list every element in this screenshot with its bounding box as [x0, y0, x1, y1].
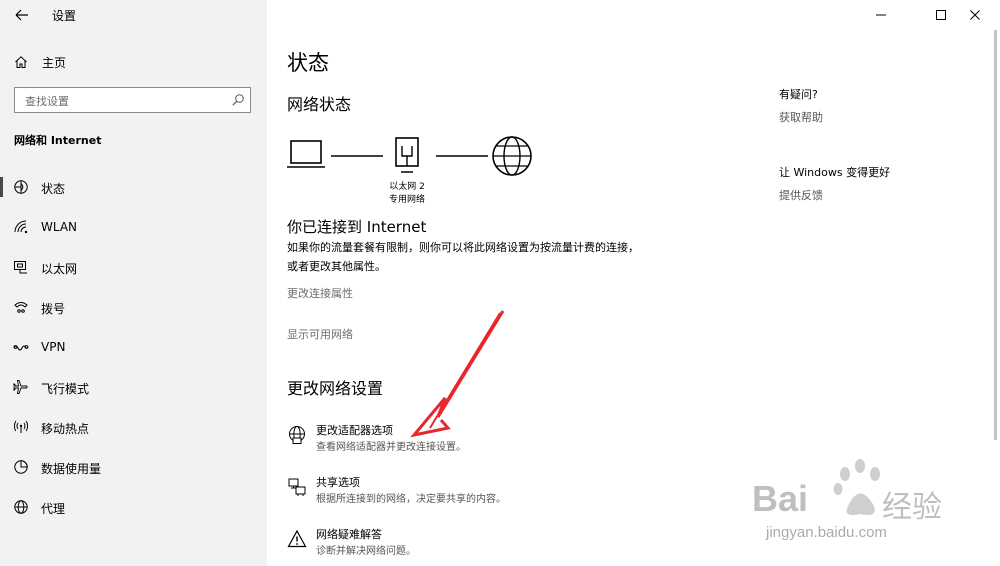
sidebar-item-proxy[interactable]: 代理 — [0, 488, 267, 526]
option-description: 根据所连接到的网络，决定要共享的内容。 — [316, 494, 506, 505]
watermark-url: jingyan.baidu.com — [766, 524, 887, 541]
sidebar-item-label: 数据使用量 — [41, 462, 102, 476]
sidebar-item-ethernet[interactable]: 以太网 — [0, 248, 267, 286]
sidebar-item-label: 以太网 — [41, 262, 78, 276]
sidebar-item-label: 移动热点 — [41, 422, 90, 436]
wifi-icon — [14, 220, 28, 234]
give-feedback-link[interactable]: 提供反馈 — [779, 187, 823, 203]
home-label: 主页 — [42, 55, 67, 70]
ethernet-port-icon — [395, 137, 419, 173]
app-title: 设置 — [52, 9, 77, 23]
question-heading: 有疑问? — [779, 88, 818, 101]
change-connection-properties-link[interactable]: 更改连接属性 — [287, 285, 353, 301]
show-available-networks-link[interactable]: 显示可用网络 — [287, 326, 353, 342]
get-help-link[interactable]: 获取帮助 — [779, 109, 823, 125]
warning-icon — [287, 529, 307, 548]
option-description: 查看网络适配器并更改连接设置。 — [316, 442, 466, 453]
dialup-icon — [14, 302, 28, 313]
sidebar-item-label: 拨号 — [41, 302, 66, 316]
sidebar-item-status[interactable]: 状态 — [0, 168, 267, 206]
sidebar-item-vpn[interactable]: VPN — [0, 328, 267, 366]
network-status-diagram: 以太网 2 专用网络 — [285, 134, 545, 210]
maximize-icon — [936, 10, 946, 20]
home-icon — [15, 56, 27, 68]
search-box[interactable] — [14, 87, 251, 113]
minimize-button[interactable] — [858, 0, 904, 30]
data-usage-icon — [14, 460, 28, 474]
proxy-icon — [14, 500, 28, 514]
sidebar-item-label: WLAN — [41, 220, 78, 234]
option-title: 网络疑难解答 — [316, 528, 382, 541]
page-title: 状态 — [287, 51, 329, 75]
sidebar-section-title: 网络和 Internet — [14, 134, 102, 147]
search-input[interactable] — [23, 92, 227, 110]
connection-status-title: 你已连接到 Internet — [287, 218, 427, 236]
laptop-icon — [287, 140, 325, 168]
option-title: 更改适配器选项 — [316, 424, 393, 437]
sidebar-item-label: 飞行模式 — [41, 382, 90, 396]
home-nav-item[interactable]: 主页 — [14, 52, 66, 72]
sidebar-item-label: 代理 — [41, 502, 66, 516]
sidebar-item-airplane[interactable]: 飞行模式 — [0, 368, 267, 406]
connection-status-description: 如果你的流量套餐有限制，则你可以将此网络设置为按流量计费的连接，或者更改其他属性… — [287, 241, 639, 273]
baidu-watermark: Bai 经验 jingyan.baidu.com — [752, 456, 992, 546]
sidebar-item-label: 状态 — [41, 182, 66, 196]
sidebar: 设置 主页 网络和 Internet 状态 WLAN — [0, 0, 267, 566]
sidebar-item-dialup[interactable]: 拨号 — [0, 288, 267, 326]
hotspot-icon — [13, 420, 29, 433]
scrollbar[interactable] — [994, 30, 997, 440]
minimize-icon — [876, 14, 886, 16]
back-button[interactable] — [10, 4, 34, 26]
network-status-heading: 网络状态 — [287, 95, 352, 114]
close-button[interactable] — [952, 0, 998, 30]
sidebar-item-wlan[interactable]: WLAN — [0, 208, 267, 246]
adapter-globe-icon — [289, 426, 305, 444]
airplane-icon — [13, 380, 28, 394]
option-description: 诊断并解决网络问题。 — [316, 546, 416, 557]
watermark-brand: Bai — [752, 478, 809, 519]
change-network-settings-heading: 更改网络设置 — [287, 379, 384, 398]
vpn-icon — [13, 345, 29, 351]
globe-icon — [492, 136, 532, 176]
search-icon — [232, 94, 244, 106]
back-arrow-icon — [15, 9, 28, 21]
option-title: 共享选项 — [316, 476, 360, 489]
network-type-label: 专用网络 — [388, 195, 425, 205]
watermark-brand-cn: 经验 — [882, 490, 942, 525]
status-icon — [14, 180, 28, 194]
sidebar-item-hotspot[interactable]: 移动热点 — [0, 408, 267, 446]
sidebar-item-label: VPN — [41, 340, 66, 354]
ethernet-icon — [14, 261, 27, 274]
sidebar-item-data-usage[interactable]: 数据使用量 — [0, 448, 267, 486]
adapter-name-label: 以太网 2 — [389, 182, 425, 192]
close-icon — [970, 10, 980, 20]
sharing-icon — [288, 478, 306, 496]
improve-windows-heading: 让 Windows 变得更好 — [779, 166, 891, 179]
